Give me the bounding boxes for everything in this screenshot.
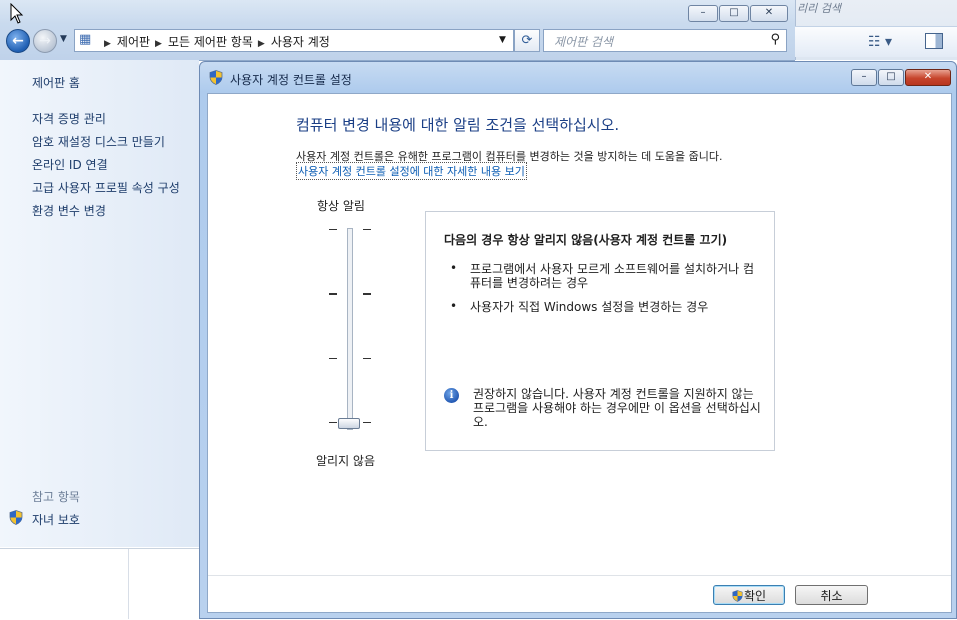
control-panel-icon: ▦	[79, 32, 92, 47]
see-also-parental-controls[interactable]: 자녀 보호	[32, 511, 80, 528]
maximize-button[interactable]: □	[719, 5, 749, 22]
notification-slider[interactable]	[323, 224, 383, 439]
divider	[128, 549, 129, 619]
refresh-icon[interactable]: ⟳	[514, 29, 540, 52]
forward-arrow-icon[interactable]: →	[33, 29, 57, 53]
recent-pages-chevron-icon[interactable]: ▼	[60, 34, 67, 44]
uac-settings-dialog: 사용자 계정 컨트롤 설정 – □ ✕ 컴퓨터 변경 내용에 대한 알림 조건을 선…	[199, 61, 957, 619]
slider-top-label: 항상 알림	[317, 199, 365, 213]
background-search-text: 리리 검색	[797, 2, 841, 15]
slider-bottom-label: 알리지 않음	[316, 454, 376, 468]
dialog-close-button[interactable]: ✕	[905, 69, 951, 86]
slider-track[interactable]	[347, 228, 353, 430]
bullet-icon: •	[450, 299, 458, 313]
task-link-environment-variables[interactable]: 환경 변수 변경	[32, 202, 106, 219]
task-link-online-id[interactable]: 온라인 ID 연결	[32, 156, 108, 173]
ok-button[interactable]: 확인	[713, 585, 785, 605]
slider-tick-right	[363, 229, 371, 230]
page-title: 컴퓨터 변경 내용에 대한 알림 조건을 선택하십시오.	[296, 116, 620, 134]
slider-tick-right	[363, 422, 371, 423]
bullet-text: 사용자가 직접 Windows 설정을 변경하는 경우	[470, 300, 709, 314]
dialog-minimize-button[interactable]: –	[851, 69, 877, 86]
setting-title: 다음의 경우 항상 알리지 않음(사용자 계정 컨트롤 끄기)	[444, 233, 728, 247]
shield-icon	[732, 590, 743, 602]
control-panel-home-link[interactable]: 제어판 홈	[32, 74, 80, 91]
magnifier-icon[interactable]: ⚲	[770, 32, 780, 47]
dialog-maximize-button[interactable]: □	[878, 69, 904, 86]
dialog-client-area: 컴퓨터 변경 내용에 대한 알림 조건을 선택하십시오. 사용자 계정 컨트롤은…	[207, 93, 952, 613]
warning-text: 권장하지 않습니다. 사용자 계정 컨트롤을 지원하지 않는 프로그램을 사용해…	[473, 387, 761, 429]
task-link-profile-properties[interactable]: 고급 사용자 프로필 속성 구성	[32, 179, 180, 196]
slider-thumb[interactable]	[338, 418, 360, 429]
slider-tick-left	[329, 422, 337, 423]
mouse-pointer-icon	[10, 3, 24, 24]
breadcrumb-item[interactable]: 사용자 계정	[271, 35, 330, 49]
dialog-caption-buttons: – □ ✕	[851, 69, 952, 86]
slider-tick-right	[363, 358, 371, 359]
preview-pane-icon[interactable]	[925, 33, 943, 49]
address-dropdown-icon[interactable]: ▼	[499, 35, 506, 45]
dialog-title: 사용자 계정 컨트롤 설정	[230, 73, 352, 87]
learn-more-link[interactable]: 사용자 계정 컨트롤 설정에 대한 자세한 내용 보기	[296, 162, 527, 180]
breadcrumb: ▶ 제어판 ▶ 모든 제어판 항목 ▶ 사용자 계정	[99, 33, 330, 50]
search-input[interactable]: 제어판 검색 ⚲	[543, 29, 787, 52]
cancel-button[interactable]: 취소	[795, 585, 868, 605]
chevron-right-icon: ▶	[257, 39, 265, 49]
bullet-icon: •	[450, 261, 458, 275]
footer-divider	[208, 575, 951, 576]
back-arrow-icon[interactable]: ←	[6, 29, 30, 53]
slider-tick-left	[329, 293, 337, 295]
breadcrumb-item[interactable]: 모든 제어판 항목	[168, 35, 253, 49]
task-link-reset-disk[interactable]: 암호 재설정 디스크 만들기	[32, 133, 165, 150]
slider-tick-left	[329, 229, 337, 230]
see-also-title: 참고 항목	[32, 490, 80, 504]
address-bar[interactable]: ▦ ▶ 제어판 ▶ 모든 제어판 항목 ▶ 사용자 계정 ▼	[74, 29, 514, 52]
details-area	[0, 548, 199, 620]
close-button[interactable]: ✕	[750, 5, 788, 22]
slider-tick-left	[329, 358, 337, 359]
explorer-caption-buttons: – □ ✕	[688, 4, 789, 22]
shield-icon	[209, 70, 223, 85]
minimize-button[interactable]: –	[688, 5, 718, 22]
change-view-icon[interactable]: ☷ ▾	[868, 34, 892, 50]
task-link-credentials[interactable]: 자격 증명 관리	[32, 110, 106, 127]
chevron-right-icon: ▶	[155, 39, 162, 49]
chevron-right-icon: ▶	[104, 39, 111, 49]
shield-icon	[9, 510, 23, 525]
setting-description-panel: 다음의 경우 항상 알리지 않음(사용자 계정 컨트롤 끄기) • 프로그램에서…	[425, 211, 775, 451]
slider-tick-right	[363, 293, 371, 295]
breadcrumb-item[interactable]: 제어판	[117, 35, 150, 49]
info-icon: i	[444, 388, 459, 403]
ok-button-label: 확인	[743, 589, 767, 603]
search-placeholder: 제어판 검색	[554, 35, 614, 49]
bullet-text: 프로그램에서 사용자 모르게 소프트웨어를 설치하거나 컴퓨터를 변경하려는 경…	[470, 262, 755, 290]
